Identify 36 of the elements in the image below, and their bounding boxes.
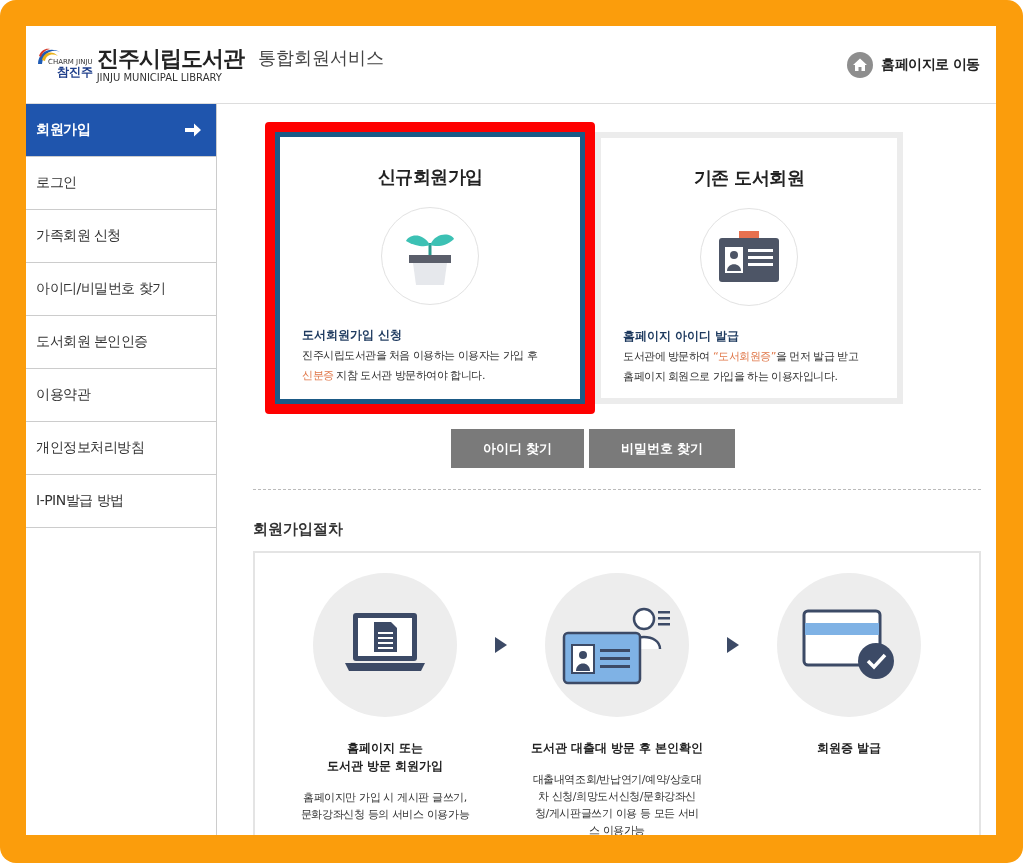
library-name: 진주시립도서관 [96, 45, 244, 72]
find-button[interactable]: 비밀번호 찾기 [589, 429, 735, 468]
sidebar-item[interactable]: I-PIN발급 방법 [26, 475, 216, 528]
sidebar-item[interactable]: 로그인 [26, 157, 216, 210]
card-check-icon [802, 609, 896, 681]
step-title: 도서관 대출대 방문 후 본인확인 [530, 740, 704, 757]
home-icon [847, 51, 874, 78]
home-link[interactable]: 홈페이지로 이동 [847, 51, 980, 78]
section-title: 회원가입절차 [253, 520, 344, 539]
library-name-english: JINJU MUNICIPAL LIBRARY [96, 71, 223, 84]
sidebar-item[interactable]: 회원가입 [26, 104, 216, 157]
id-card-person-icon [562, 605, 672, 685]
step-description: 대출내역조회/반납연기/예약/상호대 차 신청/희망도서신청/문화강좌신 청/게시판글쓰기 이용 등 모든 서비 스 이용가능 [532, 772, 702, 835]
arrow-right-icon [727, 637, 739, 653]
card-description: 도서관에 방문하여 “도서회원증”을 먼저 발급 받고 홈페이지 회원으로 가입을 하는 이용자입니다. [623, 349, 860, 385]
step-description: 홈페이지만 가입 시 게시판 글쓰기, 문화강좌신청 등의 서비스 이용가능 [300, 790, 470, 823]
card-title: 신규회원가입 [377, 165, 483, 189]
sidebar-item[interactable]: 아이디/비밀번호 찾기 [26, 263, 216, 316]
id-card-icon [718, 231, 780, 283]
membership-card[interactable]: 신규회원가입 도서회원가입 신청 진주시립도서관을 처음 이용하는 이용자는 가입 후 신분증 지참 도서관 방문하여야 합니다. [275, 132, 585, 404]
card-title: 기존 도서회원 [693, 166, 805, 190]
sidebar-item[interactable]: 도서회원 본인인증 [26, 316, 216, 369]
card-subtitle: 도서회원가입 신청 [302, 327, 404, 344]
membership-card[interactable]: 기존 도서회원 홈페이지 아이디 발급 도서관에 방문하여 “도서회원증”을 먼저 발급 받고 홈페이지 회원으로 가입을 하는 이용자입니다. [595, 132, 903, 404]
card-description: 진주시립도서관을 처음 이용하는 이용자는 가입 후 신분증 지참 도서관 방문하여야 합니다. [302, 348, 539, 384]
service-title: 통합회원서비스 [257, 45, 384, 70]
sidebar-item[interactable]: 가족회원 신청 [26, 210, 216, 263]
arrow-right-icon [184, 122, 202, 138]
step-title: 홈페이지 또는 도서관 방문 회원가입 [326, 740, 444, 775]
step-title: 회원증 발급 [816, 740, 882, 757]
logo-mark-text: 참진주 [56, 66, 93, 80]
sidebar-item[interactable]: 이용약관 [26, 369, 216, 422]
card-subtitle: 홈페이지 아이디 발급 [623, 328, 741, 345]
arrow-right-icon [495, 637, 507, 653]
sidebar-item[interactable]: 개인정보처리방침 [26, 422, 216, 475]
find-button[interactable]: 아이디 찾기 [451, 429, 584, 468]
